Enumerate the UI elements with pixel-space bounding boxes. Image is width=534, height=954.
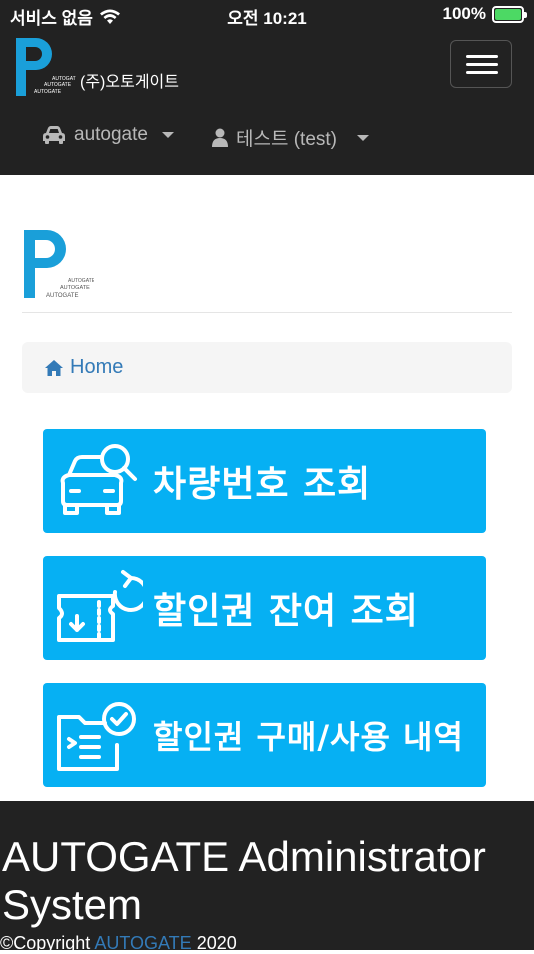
ticket-refresh-icon xyxy=(57,570,143,642)
nav-dropdown-user[interactable]: 테스트 (test) xyxy=(212,124,369,151)
menu-label: 할인권 구매/사용 내역 xyxy=(153,718,464,756)
menu-toggle-button[interactable] xyxy=(450,40,512,88)
user-icon xyxy=(212,128,228,147)
footer: AUTOGATE Administrator System ©Copyright… xyxy=(0,801,534,953)
footer-copyright: ©Copyright AUTOGATE 2020 xyxy=(0,933,534,954)
svg-text:AUTOGATE: AUTOGATE xyxy=(34,89,62,95)
car-icon xyxy=(43,126,65,144)
brand-link[interactable]: AUTOGATE AUTOGATE AUTOGATE (주)오토게이트 xyxy=(14,36,179,98)
nav-label-autogate: autogate xyxy=(74,124,148,145)
nav-dropdown-autogate[interactable]: autogate xyxy=(42,124,174,146)
brand-name: (주)오토게이트 xyxy=(80,74,179,91)
menu-label: 할인권 잔여 조회 xyxy=(153,591,419,632)
svg-text:AUTOGATE: AUTOGATE xyxy=(60,285,90,291)
battery-icon xyxy=(492,5,527,23)
footer-title: AUTOGATE Administrator System xyxy=(2,833,486,928)
discount-history-button[interactable]: 할인권 구매/사용 내역 xyxy=(43,683,486,787)
svg-text:AUTOGATE: AUTOGATE xyxy=(68,278,94,284)
copyright-link[interactable]: AUTOGATE xyxy=(94,933,191,953)
svg-text:AUTOGATE: AUTOGATE xyxy=(46,293,78,299)
autogate-logo-icon: AUTOGATE AUTOGATE AUTOGATE xyxy=(24,230,96,299)
copyright-year: 2020 xyxy=(196,933,237,953)
autogate-logo-icon: AUTOGATE AUTOGATE AUTOGATE xyxy=(16,38,76,96)
navbar: AUTOGATE AUTOGATE AUTOGATE (주)오토게이트 auto… xyxy=(0,30,534,175)
caret-down-icon xyxy=(161,132,174,138)
divider xyxy=(22,312,512,313)
nav-label-user: 테스트 (test) xyxy=(236,129,337,150)
breadcrumb: Home xyxy=(22,342,512,393)
caret-down-icon xyxy=(357,134,369,141)
main-logo: AUTOGATE AUTOGATE AUTOGATE xyxy=(22,228,96,305)
svg-text:AUTOGATE: AUTOGATE xyxy=(44,82,72,88)
car-search-icon xyxy=(60,444,137,515)
home-icon[interactable] xyxy=(44,359,64,377)
battery-percent: 100% xyxy=(442,4,486,23)
status-bar: 서비스 없음 오전 10:21 100% xyxy=(0,0,534,30)
menu-label: 차량번호 조회 xyxy=(153,464,372,505)
vehicle-number-search-button[interactable]: 차량번호 조회 xyxy=(43,429,486,533)
breadcrumb-home-link[interactable]: Home xyxy=(70,356,123,379)
folder-check-icon xyxy=(57,702,136,771)
copyright-prefix: ©Copyright xyxy=(0,933,91,953)
discount-balance-button[interactable]: 할인권 잔여 조회 xyxy=(43,556,486,660)
